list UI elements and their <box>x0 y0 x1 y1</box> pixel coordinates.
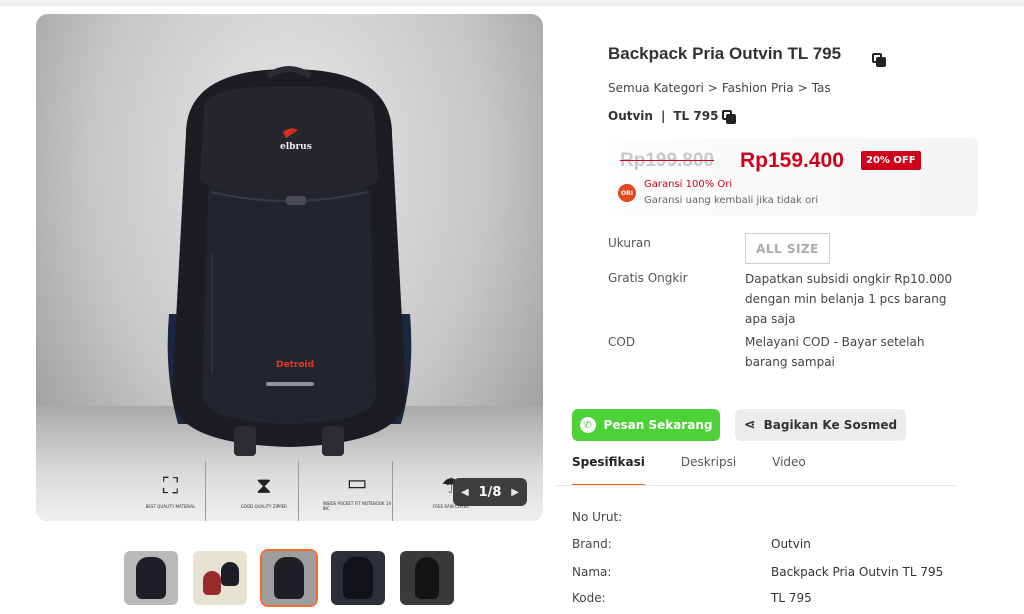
bag-model-text: Detroid <box>276 360 315 370</box>
bag-logo-text: elbrus <box>280 142 312 152</box>
guarantee-title: Garansi 100% Ori <box>644 179 733 190</box>
original-price: Rp199.800 <box>620 150 715 171</box>
size-option-all-size[interactable]: ALL SIZE <box>745 233 830 264</box>
shipping-label: Gratis Ongkir <box>608 271 688 285</box>
thumbnail-bag <box>274 557 304 599</box>
breadcrumb-item[interactable]: Semua Kategori <box>608 81 704 95</box>
tab-spesifikasi[interactable]: Spesifikasi <box>572 452 645 486</box>
spec-label: Kode: <box>572 591 606 605</box>
brand-name: Outvin <box>608 109 653 123</box>
spec-label: Nama: <box>572 565 612 579</box>
chair-icon: ⛶ <box>162 473 179 499</box>
laptop-icon: ▭ <box>346 471 368 496</box>
cod-label: COD <box>608 335 636 349</box>
top-divider <box>0 0 1024 6</box>
size-label: Ukuran <box>608 236 651 250</box>
breadcrumb-item[interactable]: Fashion Pria <box>722 81 794 95</box>
image-pager: ◀ 1/8 ▶ <box>453 478 527 506</box>
thumbnail-2[interactable] <box>191 549 249 607</box>
pager-count: 1/8 <box>478 484 502 500</box>
chevron-right-icon[interactable]: ▶ <box>511 487 519 498</box>
ori-badge-icon: ORI <box>618 184 636 202</box>
thumbnail-bag <box>343 557 373 599</box>
feature-laptop: ▭ inside pocket fit notebook 14 inc <box>323 461 393 521</box>
tab-video[interactable]: Video <box>772 452 806 486</box>
shipping-value: Dapatkan subsidi ongkir Rp10.000 dengan … <box>745 272 953 326</box>
thumbnail-4[interactable] <box>329 549 387 607</box>
thumbnail-bag <box>136 557 166 599</box>
share-social-label: Bagikan Ke Sosmed <box>763 418 898 432</box>
chevron-left-icon[interactable]: ◀ <box>461 487 469 498</box>
brand-line: Outvin | TL 795 <box>608 109 718 123</box>
product-code: TL 795 <box>673 109 719 123</box>
breadcrumb-separator: > <box>797 81 808 95</box>
discounted-price: Rp159.400 <box>740 149 844 172</box>
copy-icon-front <box>876 57 886 67</box>
copy-title-icon[interactable] <box>872 53 886 67</box>
feature-caption: good quality zipper <box>240 503 287 509</box>
order-now-button[interactable]: ✆ Pesan Sekarang <box>572 409 720 441</box>
thumbnail-bag <box>220 561 239 586</box>
feature-zipper: ⧗ good quality zipper <box>229 461 300 521</box>
tab-deskripsi[interactable]: Deskripsi <box>681 452 736 486</box>
spec-label: Brand: <box>572 537 612 551</box>
product-title: Backpack Pria Outvin TL 795 <box>608 44 842 63</box>
tabs-divider <box>556 485 956 486</box>
thumbnail-1[interactable] <box>122 549 180 607</box>
main-product-photo[interactable]: elbrus Detroid ⛶ best quality material ⧗… <box>36 14 543 521</box>
order-now-label: Pesan Sekarang <box>603 418 713 432</box>
feature-caption: best quality material <box>145 503 196 509</box>
whatsapp-icon: ✆ <box>579 417 596 433</box>
thumbnail-5[interactable] <box>398 549 456 607</box>
feature-material: ⛶ best quality material <box>136 461 206 521</box>
share-social-button[interactable]: ⋖ Bagikan Ke Sosmed <box>735 409 906 441</box>
guarantee-subtitle: Garansi uang kembali jika tidak ori <box>644 195 819 206</box>
breadcrumb-item[interactable]: Tas <box>812 81 831 95</box>
discount-badge: 20% OFF <box>861 151 921 170</box>
brand-separator: | <box>660 109 666 123</box>
copy-code-icon[interactable] <box>722 110 736 124</box>
breadcrumb-separator: > <box>707 81 718 95</box>
product-tabs: Spesifikasi Deskripsi Video <box>572 452 956 486</box>
feature-strip: ⛶ best quality material ⧗ good quality z… <box>136 461 486 521</box>
thumbnail-3[interactable] <box>260 549 318 607</box>
thumbnail-bag <box>415 557 439 599</box>
backpack-image <box>167 66 412 456</box>
feature-caption: inside pocket fit notebook 14 inc <box>322 501 391 511</box>
thumbnail-bag <box>203 571 222 596</box>
spec-label: No Urut: <box>572 510 623 524</box>
share-icon: ⋖ <box>743 417 756 433</box>
spec-value: Outvin <box>771 537 811 551</box>
copy-icon-front <box>726 114 736 124</box>
thumbnail-strip <box>122 549 456 607</box>
breadcrumb: Semua Kategori > Fashion Pria > Tas <box>608 81 831 95</box>
spec-value: TL 795 <box>771 591 812 605</box>
zipper-icon: ⧗ <box>256 473 272 499</box>
cod-value: Melayani COD - Bayar setelah barang samp… <box>745 335 925 369</box>
price-box: Rp199.800 Rp159.400 20% OFF ORI Garansi … <box>608 138 978 216</box>
spec-value: Backpack Pria Outvin TL 795 <box>771 565 944 579</box>
